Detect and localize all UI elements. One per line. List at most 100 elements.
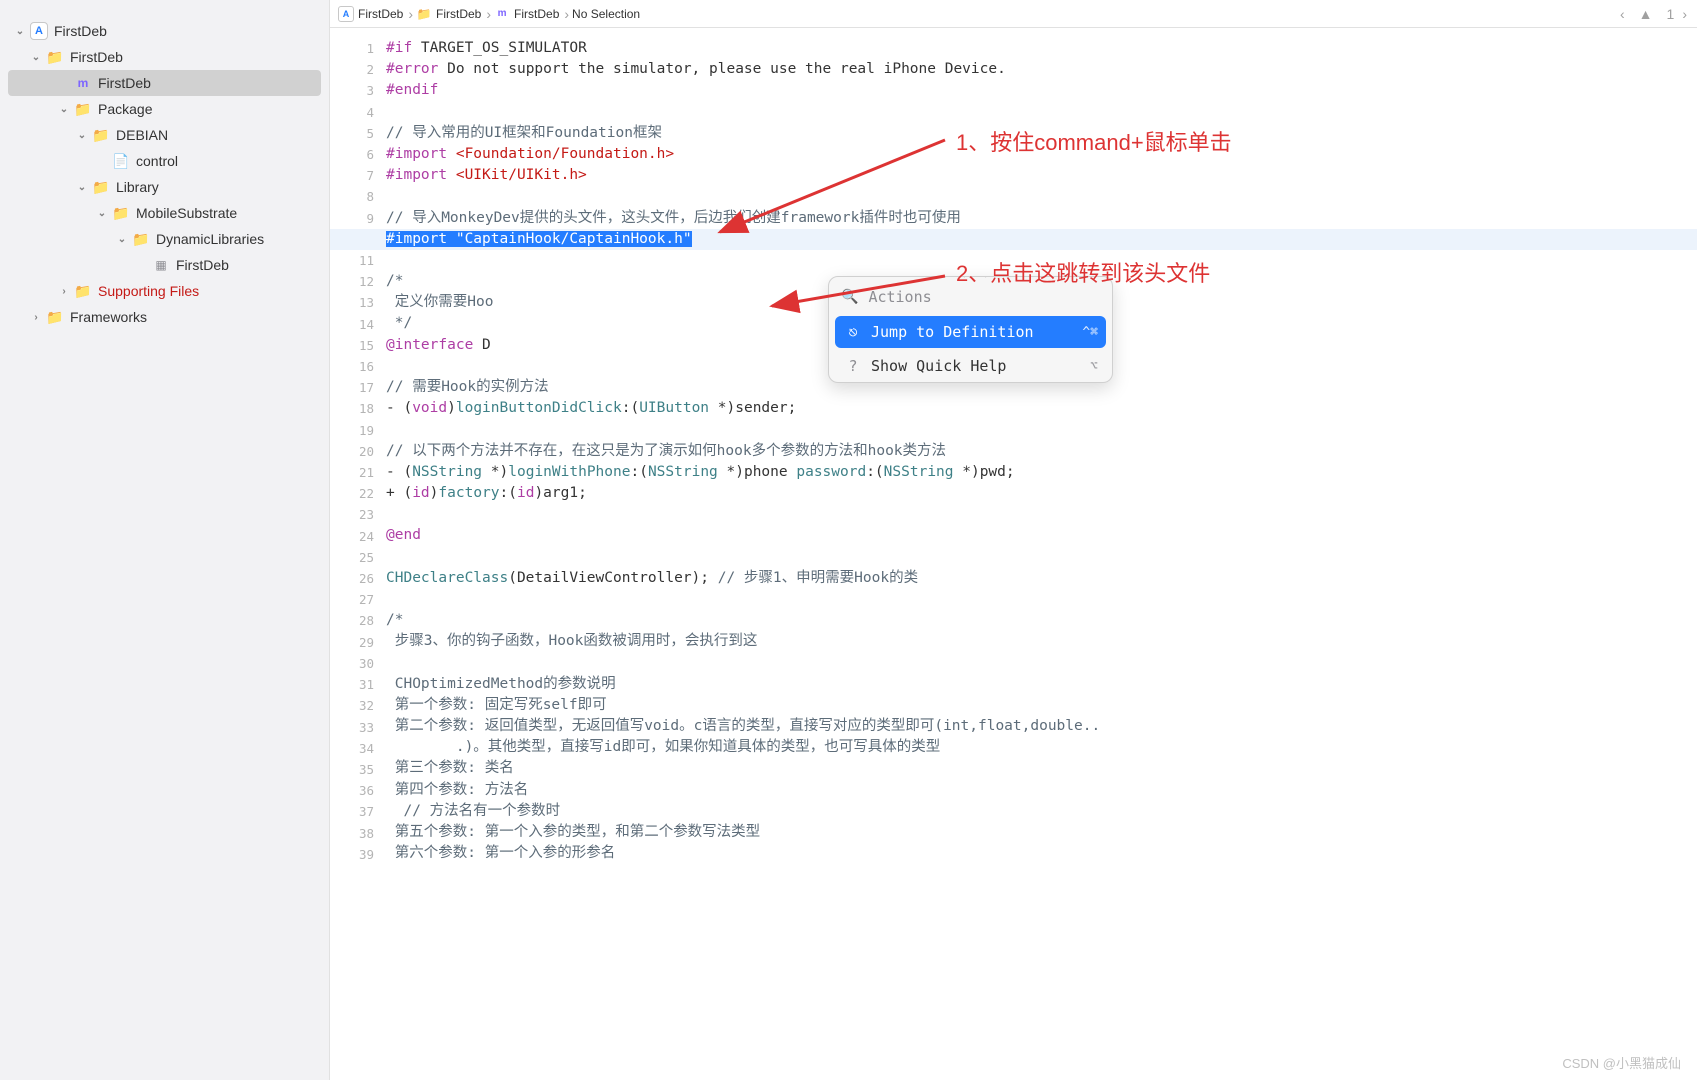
code-line[interactable] [386,504,1697,525]
disclosure-triangle[interactable] [30,311,42,323]
tree-item-label: Frameworks [70,309,147,325]
tree-row-firstdeb[interactable]: mFirstDeb [8,70,321,96]
tree-row-firstdeb[interactable]: ▦FirstDeb [0,252,329,278]
jump-bar: A FirstDeb › 📁 FirstDeb › m FirstDeb › N… [330,0,1697,28]
warning-icon[interactable]: ▲ [1637,6,1655,22]
tree-row-debian[interactable]: 📁DEBIAN [0,122,329,148]
code-editor[interactable]: 1234567891011121314151617181920212223242… [330,28,1697,1080]
disclosure-triangle[interactable] [116,233,128,245]
line-number: 19 [330,420,386,441]
code-line[interactable]: 第三个参数: 类名 [386,758,1697,779]
line-number: 35 [330,759,386,780]
code-line[interactable]: #error Do not support the simulator, ple… [386,59,1697,80]
code-line[interactable]: 第五个参数: 第一个入参的类型，和第二个参数写法类型 [386,822,1697,843]
code-line[interactable]: 步骤3、你的钩子函数，Hook函数被调用时，会执行到这 [386,631,1697,652]
tree-item-label: FirstDeb [176,257,229,273]
code-line[interactable]: 第一个参数: 固定写死self即可 [386,695,1697,716]
disclosure-triangle[interactable] [96,207,108,219]
jump-bar-item-group[interactable]: 📁 FirstDeb [416,6,481,22]
disclosure-triangle[interactable] [58,103,70,115]
jump-bar-label: FirstDeb [514,7,559,21]
line-number: 31 [330,674,386,695]
line-number: 30 [330,653,386,674]
code-line[interactable]: CHOptimizedMethod的参数说明 [386,674,1697,695]
code-line[interactable]: @end [386,525,1697,546]
history-forward-button[interactable]: › [1680,6,1689,22]
tree-item-label: FirstDeb [70,49,123,65]
jump-bar-item-symbol[interactable]: No Selection [572,7,640,21]
line-number: 21 [330,462,386,483]
code-line[interactable]: // 导入常用的UI框架和Foundation框架 [386,123,1697,144]
tree-item-label: Library [116,179,159,195]
line-number: 39 [330,844,386,865]
code-line[interactable] [386,102,1697,123]
tree-row-frameworks[interactable]: 📁Frameworks [0,304,329,330]
history-back-button[interactable]: ‹ [1618,6,1627,22]
code-line[interactable]: 第二个参数: 返回值类型，无返回值写void。c语言的类型，直接写对应的类型即可… [386,716,1697,737]
line-number: 15 [330,335,386,356]
search-icon: 🔍 [841,287,858,308]
line-number: 29 [330,632,386,653]
code-line[interactable]: #endif [386,80,1697,101]
code-line[interactable] [386,186,1697,207]
line-number: 6 [330,144,386,165]
code-line[interactable]: // 导入MonkeyDev提供的头文件，这头文件，后边我们创建framewor… [386,208,1697,229]
disclosure-triangle[interactable] [30,51,42,63]
code-line[interactable] [386,250,1697,271]
code-line[interactable]: #import <Foundation/Foundation.h> [386,144,1697,165]
menu-item-show-quick-help[interactable]: ? Show Quick Help ⌥ [829,350,1112,382]
line-number: 7 [330,165,386,186]
folder-blue-icon: 📁 [112,204,130,222]
code-line[interactable]: 第六个参数: 第一个入参的形参名 [386,843,1697,864]
actions-search-placeholder[interactable]: Actions [868,287,931,308]
tree-item-label: FirstDeb [54,23,107,39]
code-line[interactable] [386,589,1697,610]
disclosure-triangle[interactable] [14,25,26,37]
code-line[interactable]: // 以下两个方法并不存在，在这只是为了演示如何hook多个参数的方法和hook… [386,441,1697,462]
code-line[interactable]: - (void)loginButtonDidClick:(UIButton *)… [386,398,1697,419]
tree-row-dynamiclibraries[interactable]: 📁DynamicLibraries [0,226,329,252]
code-line[interactable]: /* [386,610,1697,631]
disclosure-triangle[interactable] [76,181,88,193]
jump-bar-item-project[interactable]: A FirstDeb [338,6,403,22]
tree-row-firstdeb[interactable]: AFirstDeb [0,18,329,44]
jump-icon: ⎋ [843,322,863,343]
code-line[interactable] [386,419,1697,440]
line-number: 28 [330,610,386,631]
line-number: 24 [330,526,386,547]
jump-bar-label: FirstDeb [436,7,481,21]
line-number: 14 [330,314,386,335]
menu-item-jump-to-definition[interactable]: ⎋ Jump to Definition ^⌘ [835,316,1106,348]
code-line[interactable]: - (NSString *)loginWithPhone:(NSString *… [386,462,1697,483]
disclosure-triangle[interactable] [58,285,70,297]
line-number: 37 [330,801,386,822]
tree-row-firstdeb[interactable]: 📁FirstDeb [0,44,329,70]
code-line[interactable] [386,652,1697,673]
tree-row-mobilesubstrate[interactable]: 📁MobileSubstrate [0,200,329,226]
jump-bar-item-file[interactable]: m FirstDeb [494,6,559,22]
code-line[interactable]: // 方法名有一个参数时 [386,801,1697,822]
code-line[interactable]: 第四个参数: 方法名 [386,780,1697,801]
line-number: 26 [330,568,386,589]
tree-row-library[interactable]: 📁Library [0,174,329,200]
line-number: 27 [330,589,386,610]
warning-count: 1 [1665,6,1677,22]
line-number: 32 [330,695,386,716]
tree-row-supporting-files[interactable]: 📁Supporting Files [0,278,329,304]
code-line[interactable]: .)。其他类型，直接写id即可，如果你知道具体的类型，也可写具体的类型 [386,737,1697,758]
chevron-right-icon: › [486,6,491,22]
code-line[interactable]: #import <UIKit/UIKit.h> [386,165,1697,186]
tree-row-control[interactable]: 📄control [0,148,329,174]
line-number: 23 [330,504,386,525]
line-number: 16 [330,356,386,377]
code-line[interactable] [386,547,1697,568]
code-line[interactable]: CHDeclareClass(DetailViewController); //… [386,568,1697,589]
tree-row-package[interactable]: 📁Package [0,96,329,122]
line-number: 4 [330,102,386,123]
code-line[interactable]: #if TARGET_OS_SIMULATOR [386,38,1697,59]
disclosure-triangle[interactable] [76,129,88,141]
menu-item-label: Jump to Definition [871,322,1034,343]
code-line[interactable]: + (id)factory:(id)arg1; [386,483,1697,504]
jump-bar-label: FirstDeb [358,7,403,21]
code-line[interactable]: #import "CaptainHook/CaptainHook.h" [330,229,1697,250]
